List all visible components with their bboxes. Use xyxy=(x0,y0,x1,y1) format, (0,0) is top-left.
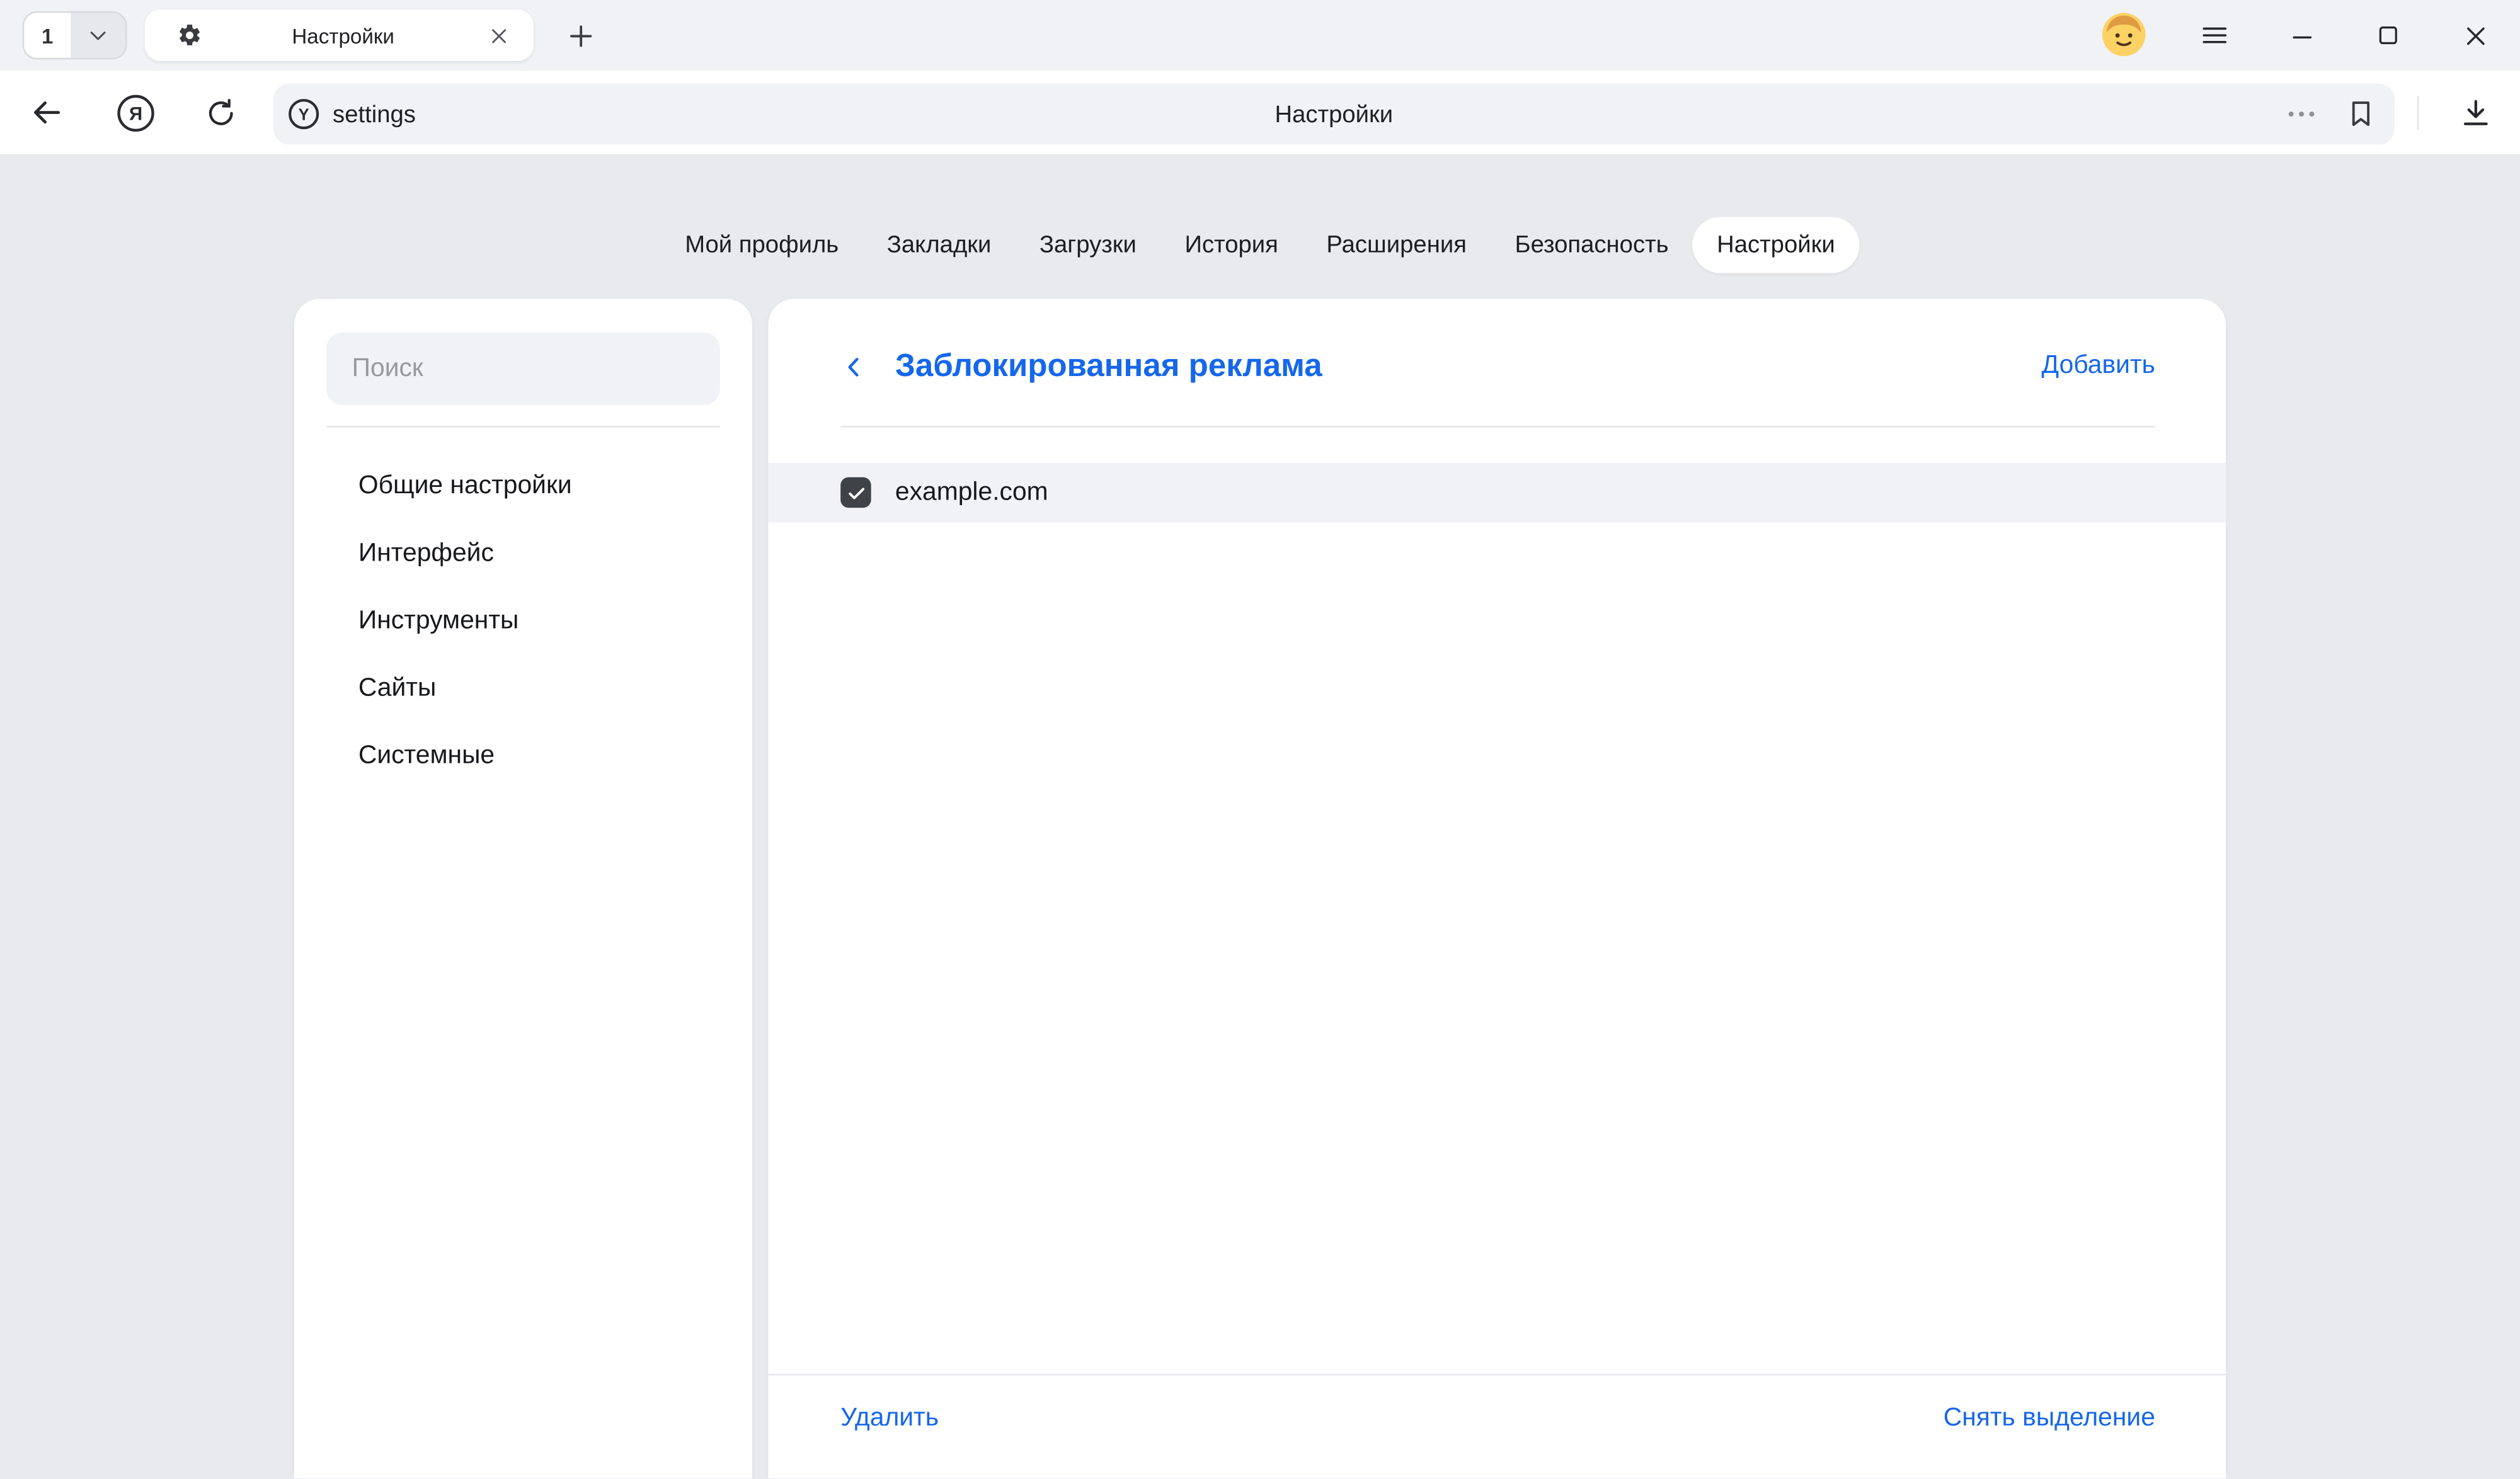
back-button[interactable] xyxy=(14,81,79,145)
minimize-icon xyxy=(2286,20,2317,50)
download-icon xyxy=(2458,96,2492,130)
avatar[interactable] xyxy=(2102,13,2146,56)
panel-footer: Удалить Снять выделение xyxy=(840,1393,2155,1445)
hamburger-icon xyxy=(2199,20,2231,52)
row-checkbox[interactable] xyxy=(840,477,871,508)
yandex-home-button[interactable]: Я xyxy=(103,81,167,145)
panel-header: Заблокированная реклама Добавить xyxy=(840,338,2155,396)
search-input[interactable] xyxy=(326,333,720,405)
tab-close-icon[interactable] xyxy=(484,20,514,50)
panel-back-icon[interactable] xyxy=(840,353,868,380)
yandex-icon: Я xyxy=(115,93,155,133)
maximize-icon xyxy=(2374,21,2403,50)
sidebar-item-system[interactable]: Системные xyxy=(294,723,752,791)
tab-bookmarks[interactable]: Закладки xyxy=(862,217,1015,273)
new-tab-button[interactable] xyxy=(556,14,605,58)
list-item[interactable]: example.com xyxy=(768,463,2226,522)
footer-divider xyxy=(768,1374,2226,1376)
sidebar-item-interface[interactable]: Интерфейс xyxy=(294,521,752,588)
tab-group-control[interactable]: 1 xyxy=(23,11,127,60)
tab-history[interactable]: История xyxy=(1160,217,1302,273)
refresh-button[interactable] xyxy=(188,81,252,145)
settings-nav: Мой профиль Закладки Загрузки История Ра… xyxy=(0,217,2520,273)
row-label: example.com xyxy=(895,478,1048,507)
blocked-ads-panel: Заблокированная реклама Добавить example… xyxy=(768,299,2226,1478)
maximize-button[interactable] xyxy=(2359,0,2417,71)
back-arrow-icon xyxy=(29,95,64,130)
gear-icon xyxy=(177,23,203,49)
tab-my-profile[interactable]: Мой профиль xyxy=(661,217,863,273)
tab-group-label[interactable]: 1 xyxy=(24,13,71,57)
navigation-toolbar: Я Настройки Y settings xyxy=(0,71,2520,156)
bookmark-icon[interactable] xyxy=(2345,98,2377,130)
tab-security[interactable]: Безопасность xyxy=(1491,217,1693,273)
svg-text:Я: Я xyxy=(129,103,142,123)
tab-downloads[interactable]: Загрузки xyxy=(1016,217,1161,273)
settings-page: Мой профиль Закладки Загрузки История Ра… xyxy=(0,156,2520,1478)
chevron-down-icon[interactable] xyxy=(71,13,125,57)
address-bar[interactable]: Настройки Y settings xyxy=(273,84,2395,145)
address-page-title: Настройки xyxy=(273,100,2395,127)
tab-bar: 1 Настройки xyxy=(0,0,2520,71)
sidebar-divider xyxy=(326,426,720,428)
check-icon xyxy=(845,481,868,504)
tab-settings[interactable]: Настройки xyxy=(1693,217,1859,273)
add-button[interactable]: Добавить xyxy=(2042,352,2155,381)
url-text[interactable]: settings xyxy=(333,100,416,127)
sidebar-item-sites[interactable]: Сайты xyxy=(294,656,752,723)
sidebar-item-tools[interactable]: Инструменты xyxy=(294,588,752,656)
tab-extensions[interactable]: Расширения xyxy=(1302,217,1491,273)
tab-title: Настройки xyxy=(202,23,483,47)
more-icon[interactable] xyxy=(2284,96,2319,132)
toolbar-divider xyxy=(2417,96,2419,130)
minimize-button[interactable] xyxy=(2272,0,2330,71)
svg-text:Y: Y xyxy=(299,106,309,123)
sidebar-item-general[interactable]: Общие настройки xyxy=(294,453,752,520)
settings-sidebar: Общие настройки Интерфейс Инструменты Са… xyxy=(294,299,752,1478)
sidebar-list: Общие настройки Интерфейс Инструменты Са… xyxy=(294,453,752,791)
header-divider xyxy=(840,426,2155,428)
browser-tab-settings[interactable]: Настройки xyxy=(145,9,534,61)
menu-button[interactable] xyxy=(2185,0,2243,71)
close-icon xyxy=(2460,20,2490,50)
browser-window: 1 Настройки xyxy=(0,0,2520,1478)
downloads-button[interactable] xyxy=(2443,81,2507,145)
refresh-icon xyxy=(203,96,238,130)
site-icon: Y xyxy=(288,98,320,130)
close-button[interactable] xyxy=(2446,0,2504,71)
delete-button[interactable]: Удалить xyxy=(840,1405,939,1434)
deselect-button[interactable]: Снять выделение xyxy=(1944,1405,2155,1434)
page-title: Заблокированная реклама xyxy=(895,348,1322,385)
